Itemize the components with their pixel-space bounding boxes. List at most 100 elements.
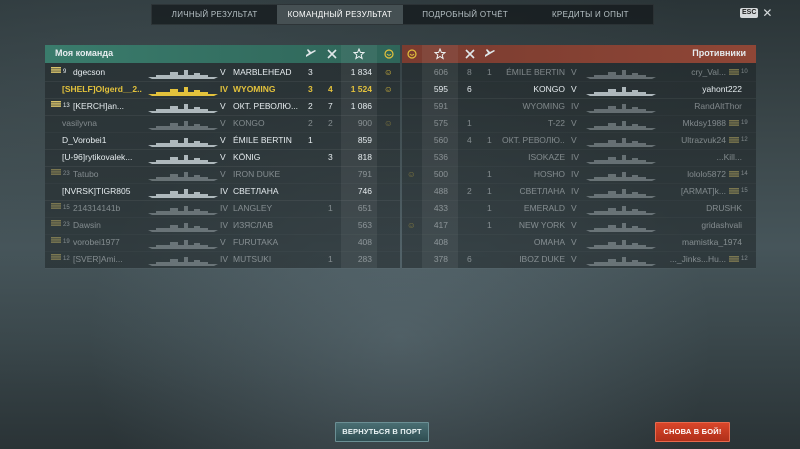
player-name[interactable]: ..._Jinks...Hu... [654,251,726,268]
table-row[interactable]: D_Vorobei1 V ÉMILE BERTIN 1 859 [45,132,400,150]
return-to-port-button[interactable]: ВЕРНУТЬСЯ В ПОРТ [335,422,429,442]
player-name[interactable]: [U-96]rytikovalek... [62,149,142,166]
player-name[interactable]: [NVRSK]TIGR805 [62,183,142,200]
player-name[interactable]: Mkdsy1988 [654,115,726,132]
table-row[interactable]: 13 [KERCH]an... V ОКТ. РЕВОЛЮ... 2 7 1 086 [45,98,400,116]
player-name[interactable]: RandAltThor [654,98,742,115]
player-name[interactable]: lololo5872 [654,166,726,183]
base-xp: 1 834 [350,67,372,77]
table-row[interactable]: 488 2 1 СВЕТЛАНА IV [ARMAT]k... 15 [402,183,756,201]
ship-tier: IV [571,101,580,111]
player-name[interactable]: [KERCH]an... [73,98,153,115]
base-xp: 488 [433,186,448,196]
table-row[interactable]: [U-96]rytikovalek... V KÖNIG 3 818 [45,149,400,167]
base-xp: 606 [433,67,448,77]
ship-silhouette-icon [586,221,656,232]
player-name[interactable]: dgecson [73,64,153,81]
table-row[interactable]: 378 6 IBOZ DUKE V ..._Jinks...Hu... 12 [402,251,756,269]
player-name[interactable]: vorobei1977 [73,234,153,251]
ship-silhouette-icon [586,68,656,79]
base-xp: 417 [433,220,448,230]
player-name[interactable]: mamistka_1974 [654,234,742,251]
table-row[interactable]: 23 Tatubo V IRON DUKE 791 [45,166,400,184]
battle-again-button[interactable]: СНОВА В БОЙ! [655,422,730,442]
table-row[interactable]: [SHELF]Olgerd__2... IV WYOMING 3 4 1 524 ☺ [45,81,400,99]
table-row[interactable]: 408 OMAHA Vmamistka_1974 [402,234,756,252]
table-row[interactable]: 606 8 1 ÉMILE BERTIN Vcry_Val... 10 [402,64,756,82]
player-name[interactable]: ...Kill... [654,149,742,166]
table-row[interactable]: 560 4 1 ОКТ. РЕВОЛЮ... V Ultrazvuk24 12 [402,132,756,150]
player-name[interactable]: Tatubo [73,166,153,183]
planes-destroyed: 3 [308,84,313,94]
player-name[interactable]: [ARMAT]k... [654,183,726,200]
table-row[interactable]: 19 vorobei1977 V FURUTAKA 408 [45,234,400,252]
ship-tier: V [571,135,577,145]
ship-name: ÉMILE BERTIN [506,67,565,77]
player-name[interactable]: vasilyvna [62,115,142,132]
table-row[interactable]: 575 1 T-22 V Mkdsy1988 19 [402,115,756,133]
table-row[interactable]: vasilyvna V KONGO 2 2 900 ☺ [45,115,400,133]
player-name[interactable]: yahont222 [654,81,742,98]
tab-team-result[interactable]: КОМАНДНЫЙ РЕЗУЛЬТАТ [277,5,403,24]
ship-name: WYOMING [522,101,566,111]
ship-name: HOSHO [533,169,565,179]
base-xp: 591 [433,101,448,111]
tab-personal-result[interactable]: ЛИЧНЫЙ РЕЗУЛЬТАТ [152,5,277,24]
close-icon[interactable]: ✕ [762,7,772,19]
player-name[interactable]: 214314141b [73,200,153,217]
player-name[interactable]: Dawsin [73,217,153,234]
table-row[interactable]: 536 ISOKAZE IV ...Kill... [402,149,756,167]
ship-silhouette-icon [586,187,656,198]
table-row[interactable]: 433 1 EMERALD V DRUSHK [402,200,756,218]
ships-destroyed: 6 [467,254,472,264]
player-name[interactable]: [SHELF]Olgerd__2... [62,81,142,98]
ships-destroyed: 1 [328,203,333,213]
ship-tier: V [571,67,577,77]
rank-badge-number: 12 [741,256,748,262]
table-row[interactable]: 12 [SVER]Ami... IV MUTSUKI 1 283 [45,251,400,269]
enemy-team-panel: Противники 606 8 1 ÉMILE BERTIN Vcry_Val... 1… [402,45,756,268]
player-name[interactable]: D_Vorobei1 [62,132,142,149]
base-xp: 378 [433,254,448,264]
player-name[interactable]: [SVER]Ami... [73,251,153,268]
ship-name: OMAHA [533,237,565,247]
tab-credits-xp[interactable]: КРЕДИТЫ И ОПЫТ [528,5,653,24]
esc-close[interactable]: ESC ✕ [740,7,772,19]
ships-destroyed: 6 [467,84,472,94]
ship-silhouette-icon [148,238,218,249]
ship-silhouette-icon [148,221,218,232]
player-name[interactable]: gridashvali [654,217,742,234]
my-team-title: Моя команда [55,48,114,58]
ship-name: ОКТ. РЕВОЛЮ... [233,101,299,111]
table-row[interactable]: [NVRSK]TIGR805 IV СВЕТЛАНА 746 [45,183,400,201]
table-row[interactable]: 9 dgecson V MARBLEHEAD 3 1 834 ☺ [45,64,400,82]
table-row[interactable]: ☺ 417 1 NEW YORK Vgridashvali [402,217,756,235]
rank-badge [729,115,739,132]
star-icon [434,48,446,60]
tab-detailed-report[interactable]: ПОДРОБНЫЙ ОТЧЁТ [403,5,528,24]
ships-destroyed: 4 [467,135,472,145]
table-row[interactable]: 15 214314141b IV LANGLEY 1 651 [45,200,400,218]
rank-badge-number: 19 [63,239,70,245]
table-row[interactable]: 591 WYOMING IV RandAltThor [402,98,756,116]
ship-tier: V [220,118,226,128]
rank-badge [51,166,61,183]
player-name[interactable]: DRUSHK [654,200,742,217]
base-xp: 900 [357,118,372,128]
medal-icon: ☺ [407,220,416,230]
base-xp: 651 [357,203,372,213]
ship-tier: V [571,237,577,247]
ship-tier: V [220,152,226,162]
table-row[interactable]: 595 6 KONGO Vyahont222 [402,81,756,99]
ship-name: EMERALD [523,203,565,213]
ships-destroyed: 2 [328,118,333,128]
ship-name: FURUTAKA [233,237,279,247]
ship-silhouette-icon [148,170,218,181]
table-row[interactable]: 23 Dawsin IV ИЗЯСЛАВ 563 [45,217,400,235]
ship-tier: V [220,237,226,247]
table-row[interactable]: ☺ 500 1 HOSHO IV lololo5872 14 [402,166,756,184]
player-name[interactable]: cry_Val... [654,64,726,81]
rank-badge-number: 15 [741,188,748,194]
player-name[interactable]: Ultrazvuk24 [654,132,726,149]
ship-tier: V [220,135,226,145]
